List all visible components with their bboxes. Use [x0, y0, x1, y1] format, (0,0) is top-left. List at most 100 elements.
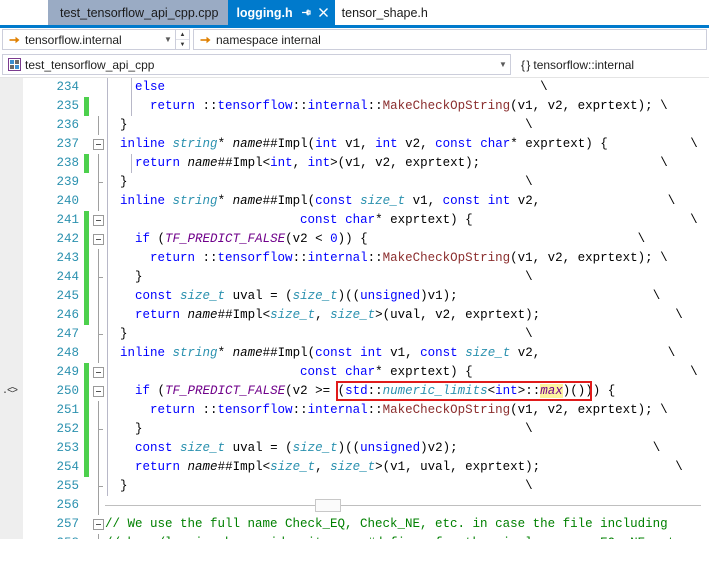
code-line[interactable]: return name##Impl<size_t, size_t>(uval, … [105, 306, 709, 325]
code-line[interactable]: const char* exprtext) { \ [105, 211, 709, 230]
change-bar [84, 78, 89, 97]
namespace-selector-dropdown[interactable]: { } tensorflow::internal [513, 54, 707, 75]
code-line[interactable]: return name##Impl<size_t, size_t>(v1, uv… [105, 458, 709, 477]
code-token-cont: \ [652, 441, 661, 455]
namespace-scope-dropdown[interactable]: namespace internal [193, 29, 707, 50]
code-token-kw: const [420, 346, 458, 360]
code-line[interactable]: // base/logging.h provides its own #defi… [105, 534, 709, 539]
code-line[interactable]: const size_t uval = (size_t)((unsigned)v… [105, 287, 709, 306]
code-line[interactable]: return ::tensorflow::internal::MakeCheck… [105, 401, 709, 420]
code-token-typ: size_t [465, 346, 511, 360]
chevron-down-icon[interactable]: ▼ [161, 35, 175, 44]
collapsed-region-box[interactable] [315, 499, 341, 512]
code-token-ident [165, 194, 173, 208]
outline-row [93, 382, 105, 401]
code-lens-indicator-icon[interactable]: .<> [2, 382, 18, 401]
pin-icon[interactable] [300, 7, 311, 18]
code-token-ident [180, 156, 188, 170]
change-bar [84, 135, 89, 154]
code-token-ident [105, 308, 135, 322]
outline-guide-line [98, 249, 99, 268]
code-token-ident: (v2 < [285, 232, 331, 246]
file-cpp-icon [6, 58, 22, 71]
code-line[interactable]: if (TF_PREDICT_FALSE(v2 >= (std::numeric… [105, 382, 709, 401]
code-token-ident [180, 308, 188, 322]
outlining-column[interactable] [93, 78, 105, 539]
code-token-kw: const [315, 194, 353, 208]
code-token-fn: MakeCheckOpString [382, 99, 511, 113]
code-text-area[interactable]: else \ return ::tensorflow::internal::Ma… [105, 78, 709, 539]
code-line[interactable]: } \ [105, 420, 709, 439]
code-line[interactable]: return ::tensorflow::internal::MakeCheck… [105, 97, 709, 116]
change-bar [84, 230, 89, 249]
nav-history-spinner[interactable]: ▲ ▼ [175, 30, 189, 49]
code-editor[interactable]: .<> 234 235 236 237 238 239 240 241 242 243 244 245… [0, 77, 709, 539]
code-token-ident [173, 441, 181, 455]
code-token-ident: >(v1, v2, exprtext); [330, 156, 481, 170]
change-bar [84, 306, 89, 325]
outline-row [93, 363, 105, 382]
collapse-toggle-icon[interactable] [93, 519, 104, 530]
code-line[interactable]: if (TF_PREDICT_FALSE(v2 < 0)) { \ [105, 230, 709, 249]
code-line[interactable]: inline string* name##Impl(const size_t v… [105, 192, 709, 211]
outline-row [93, 116, 105, 135]
selection-margin[interactable]: .<> [0, 78, 23, 539]
outline-guide-line [98, 306, 99, 325]
code-token-ident [540, 308, 675, 322]
code-token-kw: tensorflow [217, 99, 293, 113]
collapse-toggle-icon[interactable] [93, 215, 104, 226]
tab-test-tensorflow-api-cpp[interactable]: test_tensorflow_api_cpp.cpp [48, 0, 229, 25]
code-line[interactable]: } \ [105, 325, 709, 344]
code-line[interactable]: // We use the full name Check_EQ, Check_… [105, 515, 709, 534]
outline-row [93, 192, 105, 211]
code-token-kw: unsigned [360, 289, 421, 303]
code-line[interactable]: } \ [105, 173, 709, 192]
code-token-ident: } [105, 422, 143, 436]
close-icon[interactable] [318, 7, 329, 18]
code-token-ident [128, 327, 526, 341]
code-line[interactable]: inline string* name##Impl(const int v1, … [105, 344, 709, 363]
code-line[interactable]: } \ [105, 477, 709, 496]
change-bar [84, 439, 89, 458]
collapse-toggle-icon[interactable] [93, 386, 104, 397]
code-token-ident: )())) { [562, 384, 616, 398]
code-line[interactable]: const char* exprtext) { \ [105, 363, 709, 382]
spinner-down-arrow[interactable]: ▼ [176, 40, 189, 49]
tab-logging-h[interactable]: logging.h [228, 0, 335, 25]
code-token-ident [143, 422, 526, 436]
line-number: 237 [56, 137, 79, 151]
project-scope-dropdown[interactable]: tensorflow.internal ▼ ▲ ▼ [2, 29, 190, 50]
code-token-kw: inline [120, 137, 166, 151]
code-token-ident [105, 289, 135, 303]
line-number: 256 [56, 498, 79, 512]
outline-row [93, 211, 105, 230]
code-token-ident [540, 194, 668, 208]
collapse-toggle-icon[interactable] [93, 234, 104, 245]
code-token-ident [480, 194, 488, 208]
code-line[interactable]: return name##Impl<int, int>(v1, v2, expr… [105, 154, 709, 173]
file-selector-dropdown[interactable]: test_tensorflow_api_cpp ▼ [2, 54, 511, 75]
code-line[interactable]: const size_t uval = (size_t)((unsigned)v… [105, 439, 709, 458]
collapse-toggle-icon[interactable] [93, 367, 104, 378]
code-line[interactable]: } \ [105, 268, 709, 287]
code-token-ident [105, 365, 300, 379]
tab-tensor-shape-h[interactable]: tensor_shape.h [334, 0, 436, 25]
code-token-kw: return [135, 156, 181, 170]
code-token-typ: size_t [180, 289, 226, 303]
collapse-toggle-icon[interactable] [93, 139, 104, 150]
code-line[interactable]: else \ [105, 78, 709, 97]
code-token-ident [368, 232, 638, 246]
code-line[interactable]: return ::tensorflow::internal::MakeCheck… [105, 249, 709, 268]
code-line[interactable]: inline string* name##Impl(int v1, int v2… [105, 135, 709, 154]
code-line[interactable]: } \ [105, 116, 709, 135]
orange-arrow-icon [7, 35, 22, 45]
code-token-ident [128, 479, 526, 493]
code-token-param: name [232, 194, 263, 208]
chevron-down-icon[interactable]: ▼ [496, 60, 510, 69]
code-token-cont: \ [660, 156, 668, 170]
code-token-ident [165, 137, 173, 151]
spinner-up-arrow[interactable]: ▲ [176, 30, 189, 40]
code-token-ident: :: [367, 384, 383, 398]
code-token-ident: } [105, 270, 143, 284]
code-token-cont: \ [525, 175, 533, 189]
